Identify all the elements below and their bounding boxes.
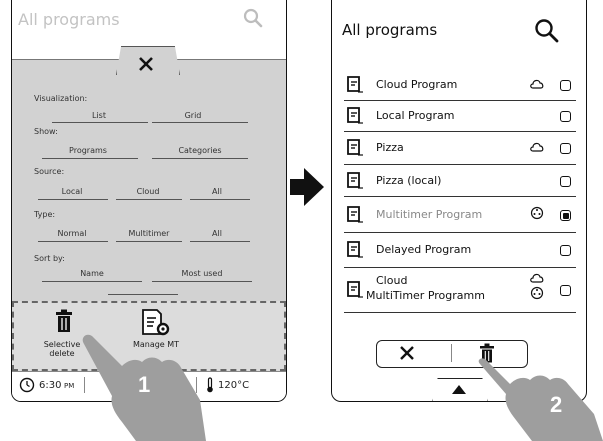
document-icon bbox=[347, 281, 363, 298]
option-underline bbox=[190, 199, 250, 200]
visualization-label: Visualization: bbox=[34, 94, 88, 103]
close-icon[interactable] bbox=[138, 56, 154, 72]
show-option-categories[interactable]: Categories bbox=[160, 146, 240, 155]
multitimer-icon bbox=[530, 286, 544, 300]
page-title: All programs bbox=[342, 21, 438, 39]
program-name: Pizza bbox=[376, 141, 404, 154]
type-option-multitimer[interactable]: Multitimer bbox=[116, 229, 182, 238]
option-underline bbox=[152, 122, 248, 123]
option-underline bbox=[52, 122, 148, 123]
document-icon bbox=[347, 76, 363, 93]
right-screen: All programs Cloud Program Local Program P… bbox=[331, 0, 587, 402]
source-label: Source: bbox=[34, 167, 65, 176]
option-underline bbox=[116, 199, 182, 200]
option-underline bbox=[42, 158, 138, 159]
option-underline bbox=[116, 241, 182, 242]
document-icon bbox=[347, 241, 363, 258]
program-name: Cloud bbox=[376, 274, 408, 287]
step-number-2: 2 bbox=[550, 392, 563, 417]
caret-up-icon bbox=[452, 385, 466, 394]
option-underline bbox=[42, 281, 142, 282]
program-name: Delayed Program bbox=[376, 243, 472, 256]
program-checkbox[interactable] bbox=[560, 210, 571, 221]
close-icon[interactable] bbox=[400, 346, 414, 360]
status-temperature: 120°C bbox=[218, 380, 250, 391]
program-name: Local Program bbox=[376, 109, 455, 122]
program-row[interactable]: Local Program bbox=[344, 103, 576, 132]
search-icon[interactable] bbox=[243, 8, 263, 28]
option-underline bbox=[38, 199, 108, 200]
program-checkbox[interactable] bbox=[560, 143, 571, 154]
action-divider bbox=[451, 344, 452, 362]
option-underline bbox=[190, 241, 250, 242]
program-checkbox[interactable] bbox=[560, 111, 571, 122]
program-row[interactable]: Cloud Program bbox=[344, 72, 576, 101]
type-label: Type: bbox=[34, 210, 56, 219]
program-row[interactable]: Multitimer Program bbox=[344, 199, 576, 233]
source-option-all[interactable]: All bbox=[192, 187, 242, 196]
page-title: All programs bbox=[18, 10, 120, 29]
source-option-cloud[interactable]: Cloud bbox=[118, 187, 178, 196]
step-number-1: 1 bbox=[138, 372, 151, 397]
show-option-programs[interactable]: Programs bbox=[48, 146, 128, 155]
type-option-all[interactable]: All bbox=[192, 229, 242, 238]
visualization-option-list[interactable]: List bbox=[64, 111, 134, 120]
document-icon bbox=[347, 206, 363, 223]
option-underline bbox=[152, 158, 248, 159]
status-ampm: PM bbox=[64, 382, 75, 390]
sort-option-name[interactable]: Name bbox=[52, 269, 132, 278]
program-row[interactable]: Cloud MultiTimer Programm bbox=[344, 270, 576, 313]
program-name: Multitimer Program bbox=[376, 208, 483, 221]
cloud-icon bbox=[530, 273, 544, 283]
document-icon bbox=[347, 107, 363, 124]
program-row[interactable]: Pizza bbox=[344, 134, 576, 165]
program-name: Pizza (local) bbox=[376, 174, 442, 187]
cloud-icon bbox=[530, 79, 544, 89]
status-time: 6:30 bbox=[39, 380, 62, 391]
option-underline bbox=[38, 241, 108, 242]
program-row[interactable]: Pizza (local) bbox=[344, 167, 576, 197]
sortby-label: Sort by: bbox=[34, 254, 65, 263]
clock-icon bbox=[19, 377, 35, 393]
multitimer-icon bbox=[530, 206, 544, 220]
search-icon[interactable] bbox=[534, 18, 560, 44]
source-option-local[interactable]: Local bbox=[42, 187, 102, 196]
show-label: Show: bbox=[34, 127, 58, 136]
program-name-line2: MultiTimer Programm bbox=[366, 289, 485, 302]
program-checkbox[interactable] bbox=[560, 176, 571, 187]
cloud-icon bbox=[530, 142, 544, 152]
thermometer-icon bbox=[207, 377, 213, 393]
arrow-right-icon bbox=[290, 168, 324, 206]
type-option-normal[interactable]: Normal bbox=[42, 229, 102, 238]
program-checkbox[interactable] bbox=[560, 80, 571, 91]
program-row[interactable]: Delayed Program bbox=[344, 235, 576, 268]
trash-icon[interactable] bbox=[55, 309, 73, 333]
program-checkbox[interactable] bbox=[560, 285, 571, 296]
visualization-option-grid[interactable]: Grid bbox=[158, 111, 228, 120]
document-icon bbox=[347, 172, 363, 189]
program-checkbox[interactable] bbox=[560, 245, 571, 256]
panel-divider bbox=[108, 294, 178, 295]
option-underline bbox=[152, 281, 252, 282]
pointing-hand-icon bbox=[478, 358, 603, 441]
document-icon bbox=[347, 139, 363, 156]
sort-option-most-used[interactable]: Most used bbox=[162, 269, 242, 278]
program-name: Cloud Program bbox=[376, 78, 458, 91]
